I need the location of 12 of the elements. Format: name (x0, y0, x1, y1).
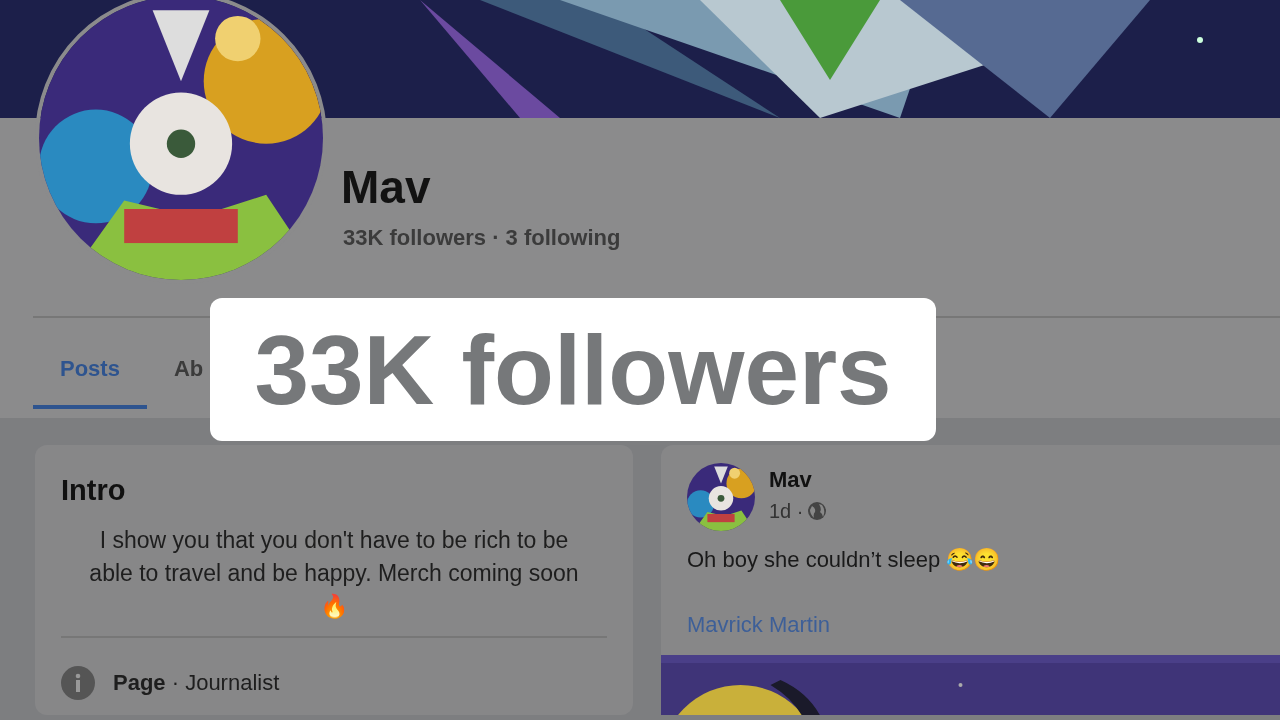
page-category: Page · Journalist (113, 669, 280, 698)
post-time: 1d · (769, 499, 804, 524)
profile-tab[interactable]: Posts (33, 340, 147, 409)
post-text: Oh boy she couldn’t sleep 😂😄 (686, 546, 1002, 574)
profile-link[interactable]: Mavrick Martin (661, 608, 856, 641)
intro-bio: I show you that you don't have to be rich to be able to travel and be happy. Merch coming soon 🔥 (88, 525, 580, 622)
caption-overlay: 33K followers (210, 298, 936, 441)
profile-name: Mav (341, 162, 432, 213)
info-icon (61, 665, 95, 700)
follower-stats: 33K followers · 3 following (343, 223, 621, 252)
post-author[interactable]: Mav (769, 463, 828, 496)
intro-title: Intro (61, 473, 127, 508)
